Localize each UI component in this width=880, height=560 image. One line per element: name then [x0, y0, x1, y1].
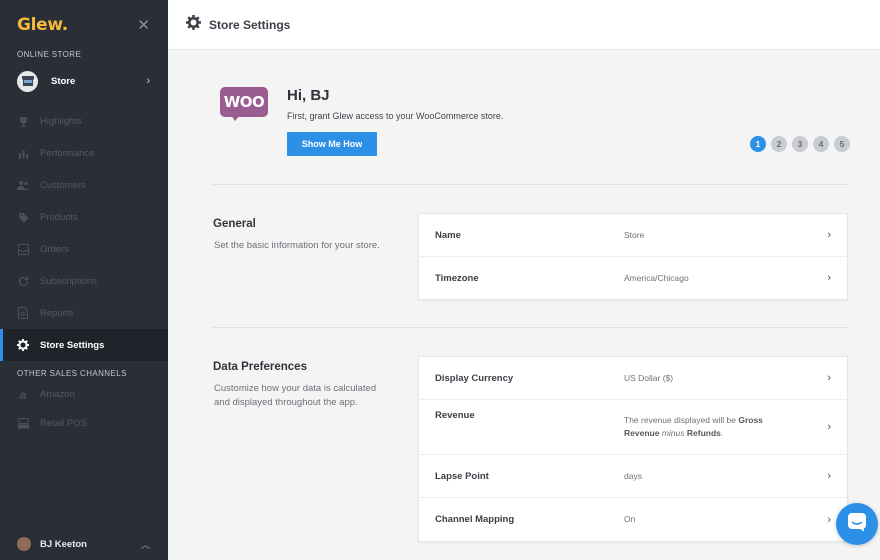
- gear-icon: [186, 14, 201, 35]
- glew-logo[interactable]: Glew.: [17, 15, 68, 35]
- sidebar-item-reports[interactable]: Reports: [0, 297, 168, 329]
- setting-label: Channel Mapping: [435, 514, 515, 525]
- data-preferences-title: Data Preferences: [213, 361, 307, 373]
- tag-icon: [17, 211, 29, 223]
- bar-chart-icon: [17, 147, 29, 159]
- sidebar-item-performance[interactable]: Performance: [0, 137, 168, 169]
- storefront-icon: [17, 70, 38, 92]
- sidebar-item-retail-pos[interactable]: Retail POS: [0, 409, 168, 438]
- setting-value: The revenue displayed will be Gross Reve…: [624, 415, 763, 438]
- sidebar-item-store-settings[interactable]: Store Settings: [0, 329, 168, 361]
- general-description: Set the basic information for your store…: [214, 240, 380, 251]
- sidebar-item-label: Subscriptions: [40, 275, 98, 287]
- setting-value: America/Chicago: [624, 272, 689, 283]
- setting-label: Lapse Point: [435, 470, 489, 482]
- inbox-icon: [17, 243, 29, 255]
- setting-label: Name: [435, 229, 461, 241]
- sidebar-item-subscriptions[interactable]: Subscriptions: [0, 265, 168, 297]
- store-label: Store: [51, 75, 76, 87]
- pos-icon: [17, 418, 29, 430]
- sidebar-item-label: Store Settings: [40, 339, 105, 351]
- onboarding-steps: 1 2 3 4 5: [750, 136, 850, 152]
- sidebar-item-label: Amazon: [40, 389, 75, 400]
- user-menu[interactable]: BJ Keeton ︿: [0, 528, 168, 560]
- setting-value: Store: [624, 229, 645, 240]
- page-title: Store Settings: [209, 17, 291, 32]
- document-icon: [17, 307, 29, 319]
- divider: [212, 184, 848, 185]
- sidebar-item-label: Reports: [40, 307, 74, 319]
- chat-launcher-button[interactable]: [836, 503, 878, 545]
- sidebar-item-amazon[interactable]: a Amazon: [0, 380, 168, 409]
- refresh-icon: [17, 275, 29, 287]
- setting-label: Display Currency: [435, 372, 514, 384]
- chevron-right-icon: ›: [827, 272, 831, 284]
- setting-label: Revenue: [435, 410, 475, 421]
- chat-icon: [847, 512, 867, 537]
- setting-row-revenue[interactable]: Revenue The revenue displayed will be Gr…: [419, 400, 847, 455]
- chevron-right-icon: ›: [827, 421, 831, 433]
- sidebar-item-label: Performance: [40, 147, 95, 159]
- data-preferences-card: Display Currency US Dollar ($) › Revenue…: [418, 356, 848, 542]
- other-sales-channels-label: OTHER SALES CHANNELS: [17, 369, 127, 378]
- chevron-up-icon: ︿: [140, 539, 150, 550]
- show-me-how-button[interactable]: Show Me How: [287, 132, 377, 156]
- greeting: Hi, BJ: [287, 87, 330, 104]
- sidebar-item-products[interactable]: Products: [0, 201, 168, 233]
- chevron-right-icon: ›: [146, 75, 150, 87]
- chevron-right-icon: ›: [827, 513, 831, 526]
- setting-row-lapse-point[interactable]: Lapse Point days ›: [419, 455, 847, 498]
- data-preferences-description: Customize how your data is calculated an…: [214, 383, 377, 408]
- chevron-right-icon: ›: [827, 372, 831, 384]
- store-selector[interactable]: Store ›: [0, 63, 168, 99]
- user-name: BJ Keeton: [40, 538, 87, 550]
- setting-row-timezone[interactable]: Timezone America/Chicago ›: [419, 257, 847, 299]
- sidebar-item-label: Retail POS: [40, 418, 87, 429]
- step-2[interactable]: 2: [771, 136, 787, 152]
- grant-access-message: First, grant Glew access to your WooComm…: [287, 111, 504, 121]
- setting-row-channel-mapping[interactable]: Channel Mapping On ›: [419, 498, 847, 541]
- users-icon: [17, 179, 29, 191]
- sidebar-item-label: Highlights: [40, 115, 82, 127]
- general-title: General: [213, 218, 256, 230]
- sidebar-item-orders[interactable]: Orders: [0, 233, 168, 265]
- topbar: Store Settings: [168, 0, 880, 50]
- setting-row-name[interactable]: Name Store ›: [419, 214, 847, 257]
- chevron-right-icon: ›: [827, 229, 831, 241]
- onboarding-hero: WOO Hi, BJ First, grant Glew access to y…: [220, 85, 850, 165]
- sidebar-header: Glew. ✕: [0, 0, 168, 50]
- online-store-label: ONLINE STORE: [17, 50, 82, 59]
- sidebar-item-label: Products: [40, 211, 78, 223]
- amazon-icon: a: [19, 387, 27, 402]
- general-card: Name Store › Timezone America/Chicago ›: [418, 213, 848, 300]
- setting-value: days: [624, 470, 642, 481]
- woocommerce-logo: WOO: [220, 87, 268, 117]
- setting-value: On: [624, 514, 636, 524]
- setting-value: US Dollar ($): [624, 372, 674, 383]
- avatar: [17, 537, 31, 551]
- gear-icon: [17, 339, 29, 351]
- woocommerce-logo-tail: [231, 115, 240, 121]
- close-icon[interactable]: ✕: [137, 16, 150, 34]
- chevron-right-icon: ›: [827, 470, 831, 482]
- sidebar-item-highlights[interactable]: Highlights: [0, 105, 168, 137]
- step-1[interactable]: 1: [750, 136, 766, 152]
- trophy-icon: [17, 115, 29, 127]
- sidebar-item-label: Customers: [40, 179, 86, 191]
- step-5[interactable]: 5: [834, 136, 850, 152]
- divider: [212, 327, 848, 328]
- step-3[interactable]: 3: [792, 136, 808, 152]
- setting-row-display-currency[interactable]: Display Currency US Dollar ($) ›: [419, 357, 847, 400]
- sidebar-item-label: Orders: [40, 243, 70, 255]
- step-4[interactable]: 4: [813, 136, 829, 152]
- sidebar-item-customers[interactable]: Customers: [0, 169, 168, 201]
- setting-label: Timezone: [435, 272, 479, 284]
- main-content: WOO Hi, BJ First, grant Glew access to y…: [168, 51, 880, 560]
- sidebar: Glew. ✕ ONLINE STORE Store › Highlights …: [0, 0, 168, 560]
